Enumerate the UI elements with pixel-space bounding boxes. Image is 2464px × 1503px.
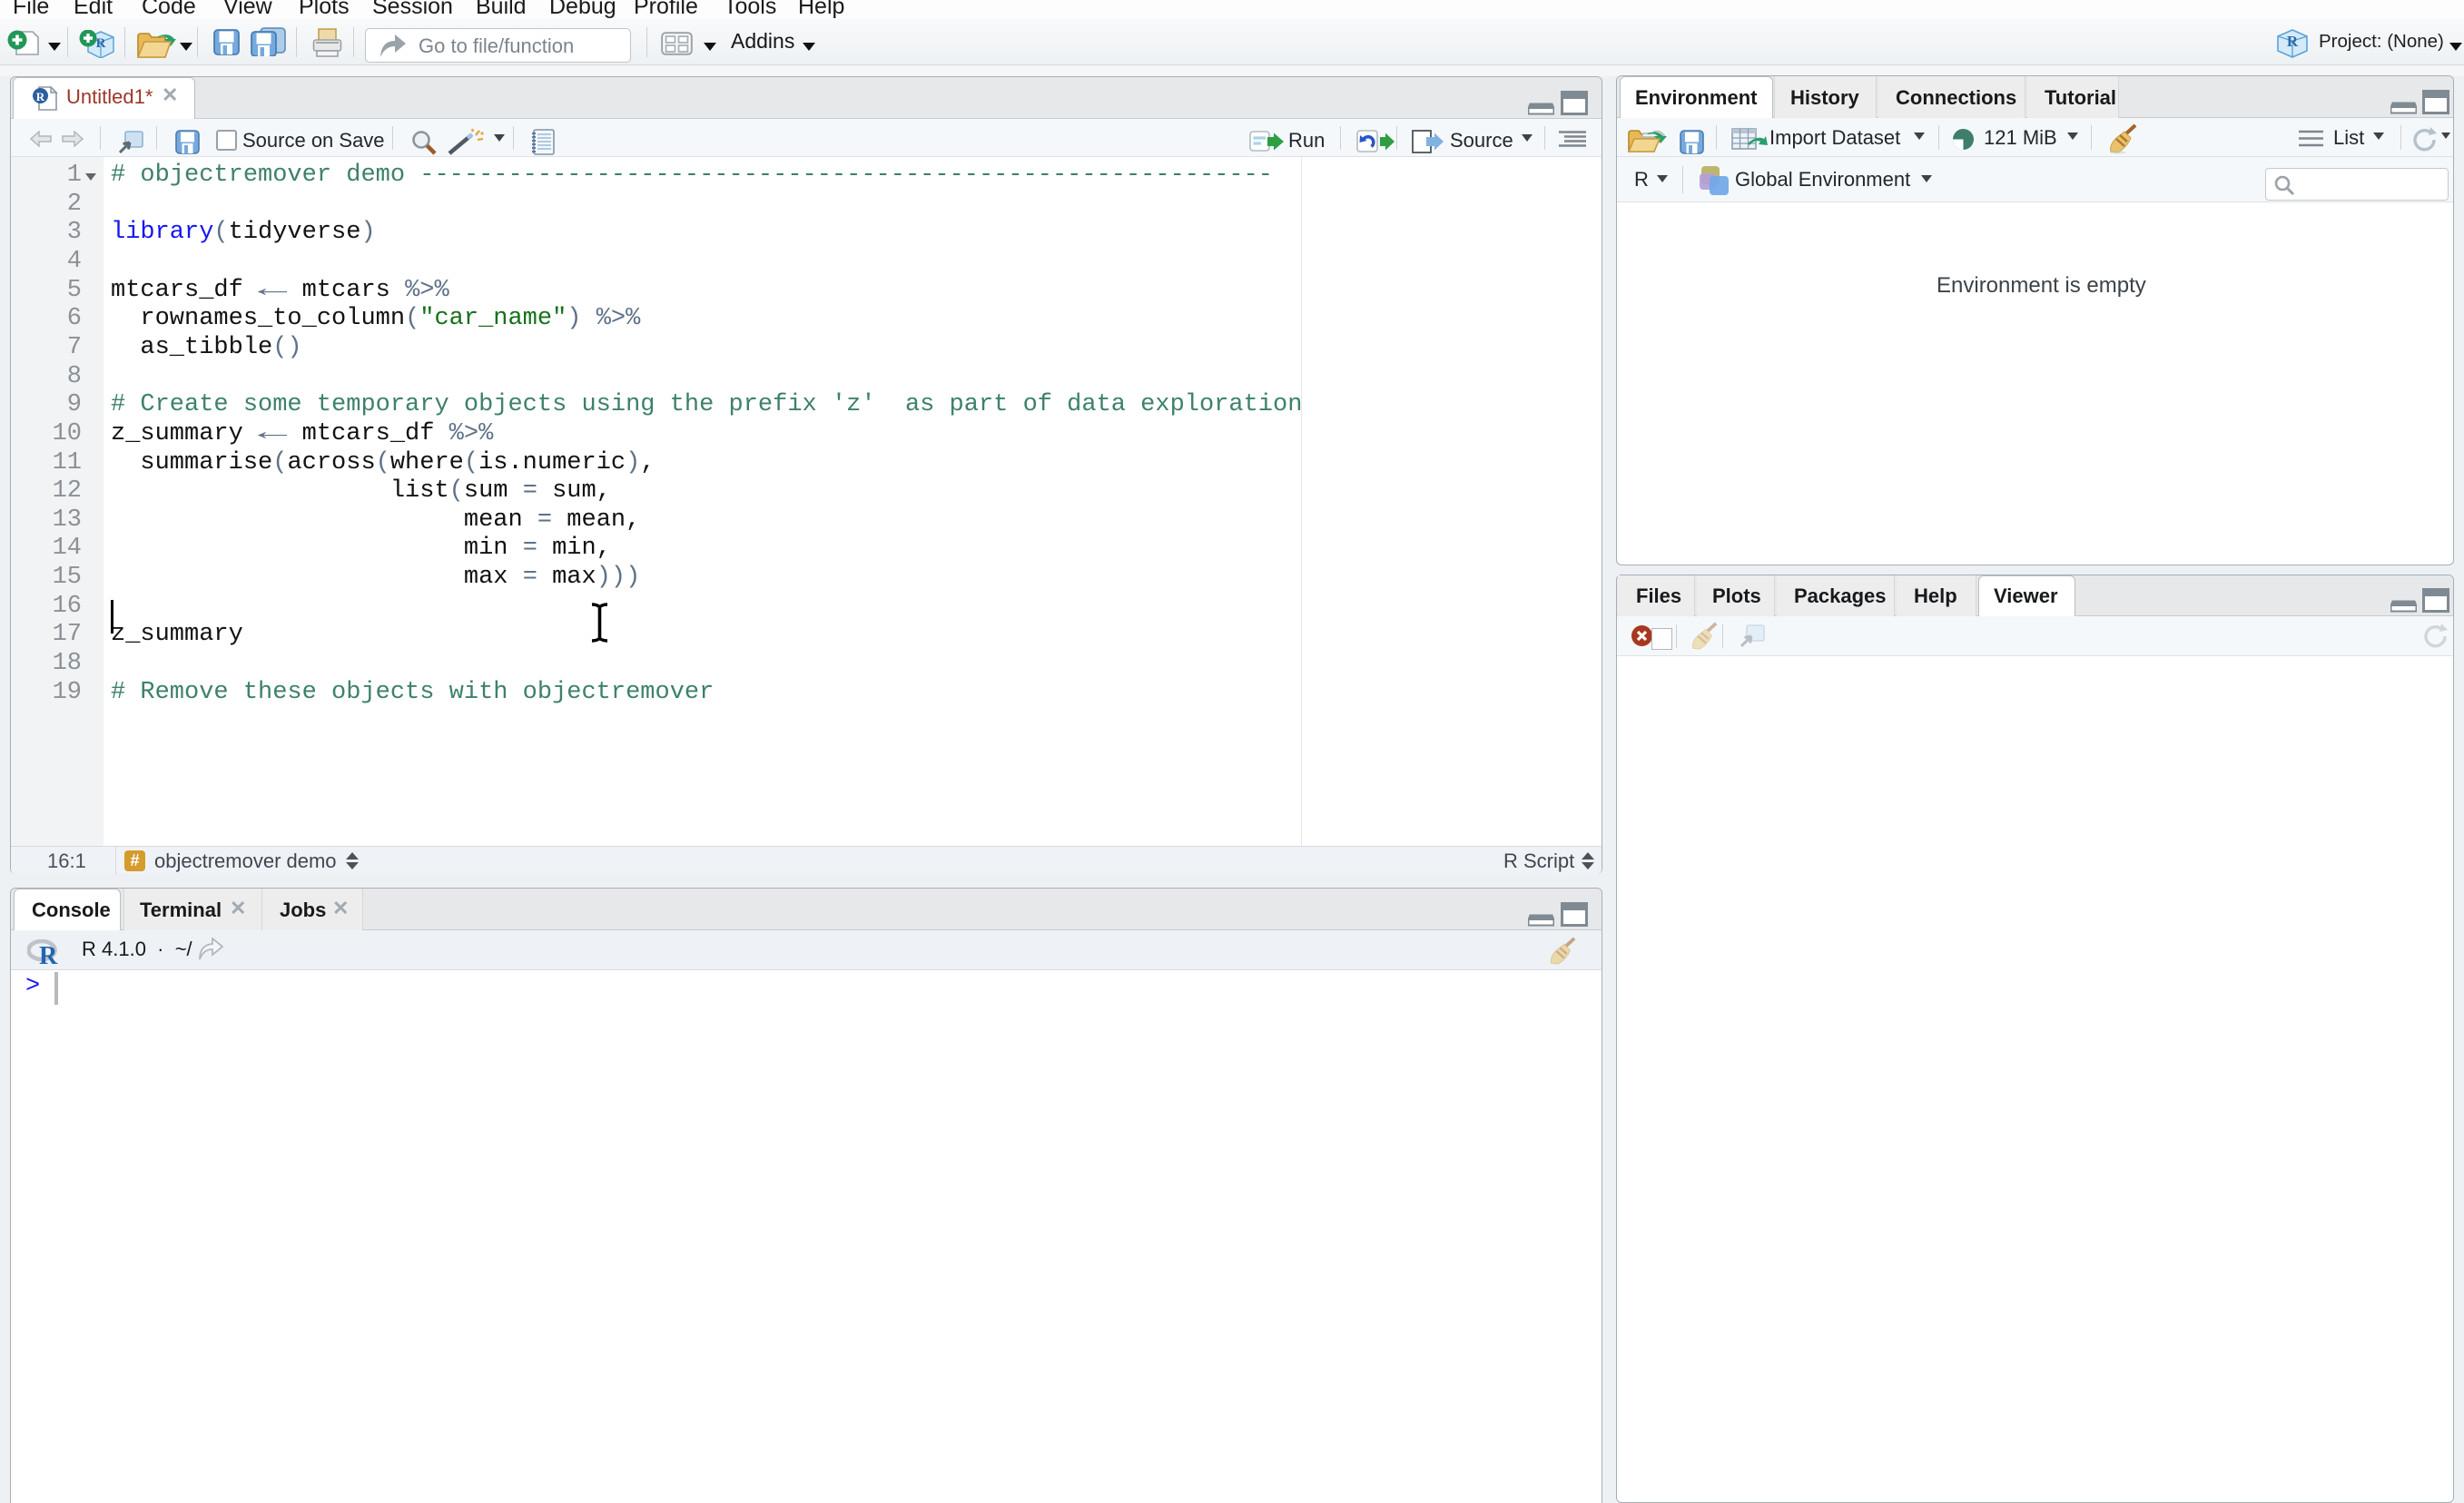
svg-text:R: R (36, 90, 45, 103)
svg-text:R: R (96, 36, 106, 51)
svg-text:R: R (39, 942, 58, 968)
svg-text:R: R (2287, 33, 2299, 50)
